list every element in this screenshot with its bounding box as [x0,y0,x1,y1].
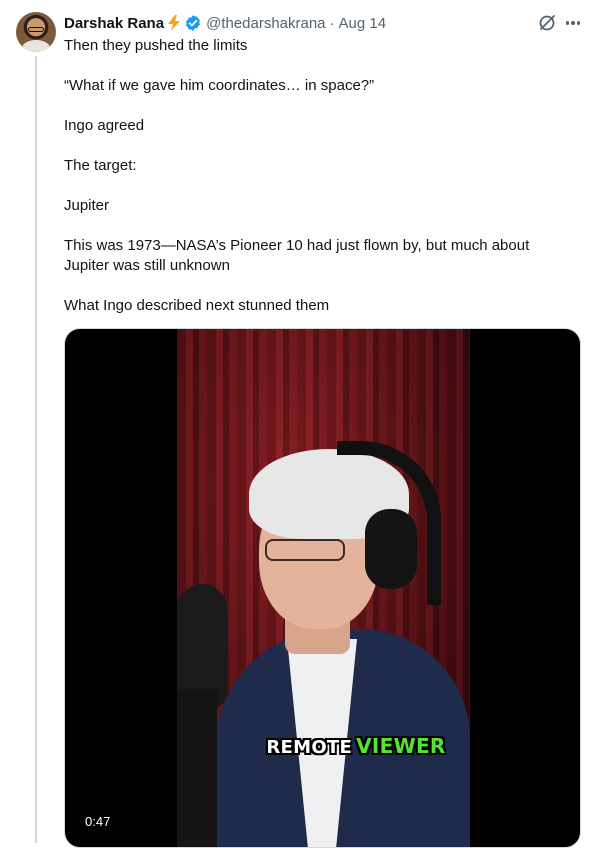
caption-word-2: VIEWER [356,734,446,758]
post-text-line: What Ingo described next stunned them [64,297,330,314]
post-text-line: “What if we gave him coordinates… in spa… [64,77,375,94]
post-text-line: The target: [64,157,137,174]
video-duration: 0:47 [77,811,119,833]
post-header: Darshak Rana @thedarshakrana · Aug 14 [64,13,386,33]
post-text-line: This was 1973—NASA’s Pioneer 10 had just… [64,237,530,274]
more-options-icon[interactable] [563,13,583,33]
verified-badge-icon[interactable] [184,14,202,32]
video-player[interactable]: REMOTE VIEWER 0:47 [64,328,581,848]
separator-dot: · [329,14,335,32]
post-text-line: Then they pushed the limits [64,37,248,54]
caption-word-1: REMOTE [266,737,353,758]
post-text-line: Jupiter [64,197,110,214]
thread-line [35,56,37,843]
post-timestamp[interactable]: Aug 14 [339,15,387,32]
author-handle[interactable]: @thedarshakrana [206,15,325,32]
video-frame [177,329,470,847]
video-caption: REMOTE VIEWER [231,734,481,758]
avatar[interactable] [16,12,56,52]
post-text-line: Ingo agreed [64,117,145,134]
grok-icon[interactable] [537,13,557,33]
author-name[interactable]: Darshak Rana [64,15,164,32]
lightning-bolt-icon [168,15,181,31]
